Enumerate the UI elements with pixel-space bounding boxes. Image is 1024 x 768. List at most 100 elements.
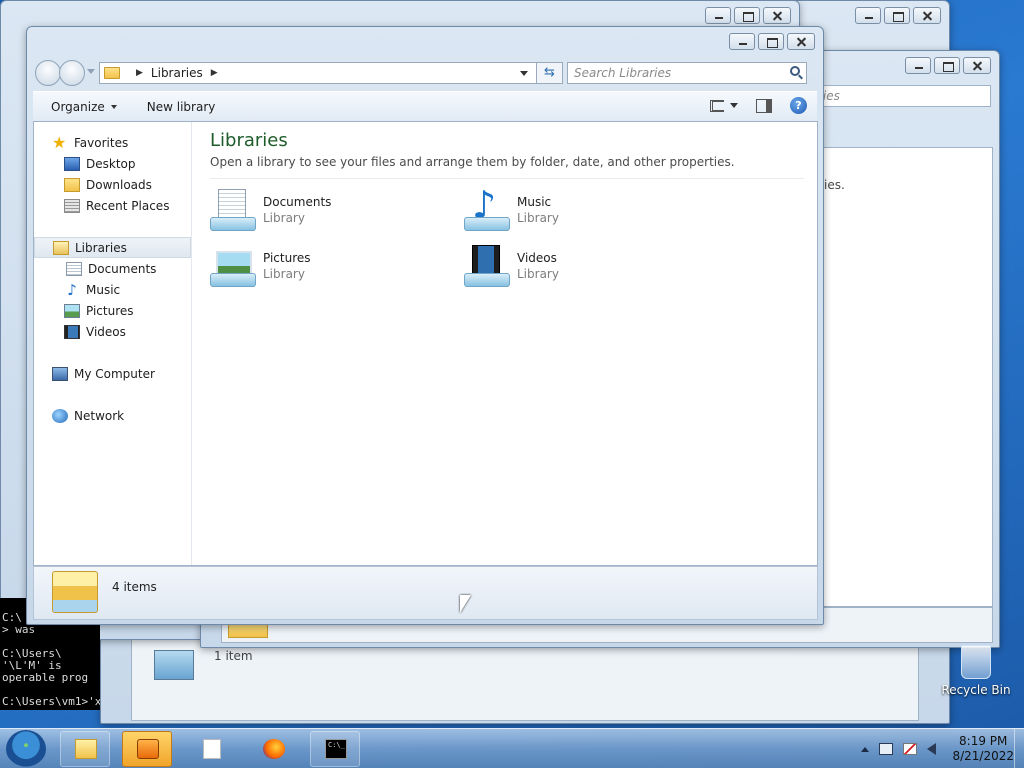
preview-pane-icon[interactable] [756,98,772,113]
library-item-music[interactable]: Music Library [464,183,718,233]
close-button[interactable] [963,57,991,74]
nav-label: Libraries [75,240,127,255]
address-dropdown-icon[interactable] [520,71,528,76]
start-button[interactable] [6,730,46,768]
taskbar-firefox-button[interactable] [248,731,298,767]
help-icon[interactable]: ? [790,97,807,114]
library-item-documents[interactable]: Documents Library [210,187,464,233]
cmd-line: C:\Users\vm1>'x [2,695,100,708]
media-player-icon [137,739,159,759]
clock[interactable]: 8:19 PM 8/21/2022 [952,734,1014,764]
libraries-folder-icon [52,571,98,613]
computer-icon [52,366,68,381]
nav-label: Desktop [86,156,136,171]
music-library-icon [464,183,510,231]
window-controls [705,7,791,24]
nav-label: Recent Places [86,198,170,213]
cmd-line: operable prog [2,671,89,684]
nav-label: Favorites [74,135,129,150]
nav-item-music[interactable]: ♪ Music [34,279,191,300]
taskbar-media-player-button[interactable] [122,731,172,767]
firefox-icon [263,739,285,759]
view-options-dropdown-icon[interactable] [730,103,738,108]
breadcrumb-libraries[interactable]: Libraries [151,66,203,80]
documents-library-icon [210,189,256,231]
content-pane: ies. [821,147,993,607]
nav-item-desktop[interactable]: Desktop [34,153,191,174]
status-count: 1 item [214,649,253,663]
recent-pages-dropdown[interactable] [87,69,95,77]
taskbar-explorer-button[interactable] [60,731,110,767]
maximize-button[interactable] [734,7,760,24]
maximize-button[interactable] [758,33,784,50]
nav-label: Pictures [86,303,134,318]
action-center-flag-icon[interactable] [903,743,918,755]
recycle-bin[interactable]: Recycle Bin [940,645,1012,697]
library-item-pictures[interactable]: Pictures Library [210,243,464,289]
notification-area: 8:19 PM 8/21/2022 [861,733,1014,765]
search-input[interactable]: Search Libraries [567,62,807,84]
new-library-button[interactable]: New library [147,100,216,114]
libraries-explorer-window[interactable]: ▶ Libraries ▶ ⇆ Search Libraries Organiz… [26,26,824,625]
mouse-cursor-icon [460,595,471,613]
nav-item-pictures[interactable]: Pictures [34,300,191,321]
item-type: Library [517,211,559,225]
nav-item-my-computer[interactable]: My Computer [34,363,191,384]
pictures-icon [64,303,80,318]
recycle-bin-icon [961,645,991,679]
nav-item-recent-places[interactable]: Recent Places [34,195,191,216]
star-icon: ★ [52,132,67,152]
show-hidden-icons-icon[interactable] [861,746,870,752]
recycle-bin-label: Recycle Bin [941,683,1011,697]
search-input[interactable]: ries [811,85,991,107]
change-view-icon[interactable] [710,99,724,112]
show-desktop-button[interactable] [1014,729,1024,768]
subtitle-fragment: ies. [824,178,845,192]
nav-label: Videos [86,324,126,339]
address-bar[interactable]: ▶ Libraries ▶ [99,62,537,84]
network-status-icon[interactable] [879,743,894,755]
window-controls [905,57,991,74]
music-icon: ♪ [67,280,77,299]
nav-item-libraries[interactable]: Libraries [34,237,191,258]
videos-icon [64,324,80,339]
taskbar-cmd-button[interactable]: C:\_ [310,731,360,767]
item-name: Videos [517,251,557,265]
search-icon[interactable] [790,66,800,76]
nav-label: Downloads [86,177,152,192]
volume-icon[interactable] [927,743,937,755]
nav-item-videos[interactable]: Videos [34,321,191,342]
nav-label: Network [74,408,125,423]
minimize-button[interactable] [705,7,731,24]
nav-item-network[interactable]: Network [34,405,191,426]
library-list-pane: Libraries Open a library to see your fil… [192,122,817,565]
nav-label: Documents [88,261,157,276]
recent-places-icon [64,198,80,213]
forward-button[interactable] [59,60,85,86]
desktop-icon [64,156,80,171]
libraries-icon [53,240,69,255]
item-count: 4 items [112,580,157,594]
minimize-button[interactable] [729,33,755,50]
taskbar-file-button[interactable] [186,731,236,767]
minimize-button[interactable] [905,57,931,74]
maximize-button[interactable] [934,57,960,74]
minimize-button[interactable] [855,7,881,24]
maximize-button[interactable] [884,7,910,24]
nav-item-downloads[interactable]: Downloads [34,174,191,195]
breadcrumb-arrow-icon[interactable]: ▶ [136,68,143,78]
nav-item-documents[interactable]: Documents [34,258,191,279]
breadcrumb-arrow-icon[interactable]: ▶ [211,68,218,78]
nav-item-favorites[interactable]: ★ Favorites [34,132,191,153]
refresh-button[interactable]: ⇆ [537,62,563,84]
close-button[interactable] [763,7,791,24]
window-controls [855,7,941,24]
library-item-videos[interactable]: Videos Library [464,243,718,289]
item-type: Library [263,211,305,225]
close-button[interactable] [913,7,941,24]
back-button[interactable] [35,60,61,86]
organize-button[interactable]: Organize [51,100,117,114]
close-button[interactable] [787,33,815,50]
downloads-icon [64,177,80,192]
folder-icon [75,739,97,759]
